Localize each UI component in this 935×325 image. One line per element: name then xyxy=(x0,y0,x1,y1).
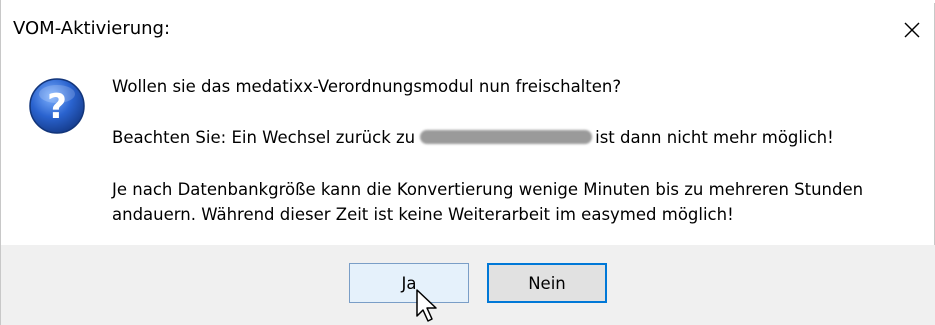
mouse-cursor-icon xyxy=(416,289,437,322)
close-icon xyxy=(904,22,920,38)
close-button[interactable] xyxy=(892,10,932,50)
top-edge xyxy=(1,0,935,3)
dialog-title: VOM-Aktivierung: xyxy=(13,18,171,39)
svg-text:?: ? xyxy=(47,87,67,127)
message-warning-before: Beachten Sie: Ein Wechsel zurück zu xyxy=(112,128,416,147)
yes-button[interactable]: Ja xyxy=(349,263,469,303)
title-bar[interactable]: VOM-Aktivierung: xyxy=(1,4,935,54)
message-warning: Beachten Sie: Ein Wechsel zurück zu ist d… xyxy=(112,127,834,149)
question-icon: ? xyxy=(29,78,85,134)
no-button[interactable]: Nein xyxy=(487,263,607,303)
message-question: Wollen sie das medatixx-Verordnungsmodul… xyxy=(112,77,622,96)
message-warning-after: ist dann nicht mehr möglich! xyxy=(595,128,834,147)
message-duration-line1: Je nach Datenbankgröße kann die Konverti… xyxy=(112,180,864,199)
dialog-window: VOM-Aktivierung: ? Wollen sie das medati… xyxy=(0,0,935,325)
message-duration-line2: andauern. Während dieser Zeit ist keine … xyxy=(112,205,734,224)
redacted-text xyxy=(420,130,593,144)
button-bar: Ja Nein xyxy=(1,245,935,325)
dialog-content: ? Wollen sie das medatixx-Verordnungsmod… xyxy=(1,54,935,245)
